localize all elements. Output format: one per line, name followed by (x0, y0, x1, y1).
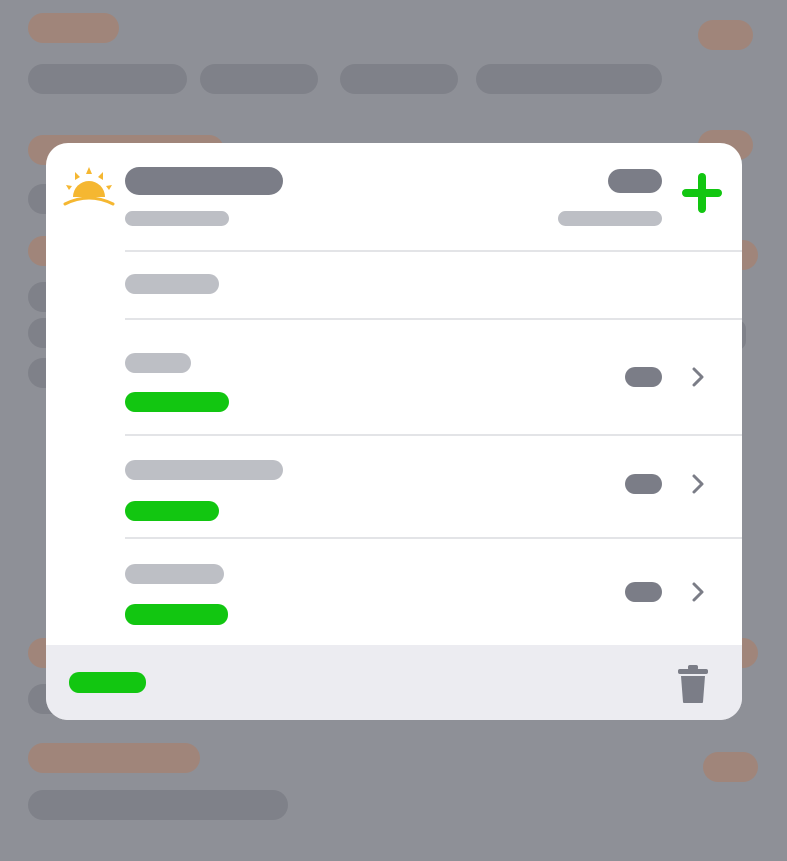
background-badge (703, 752, 758, 782)
background-heading (28, 743, 200, 773)
background-tab (340, 64, 458, 94)
popup-footer (46, 645, 742, 720)
list-item-label (125, 564, 224, 584)
divider (125, 250, 742, 252)
divider (125, 537, 742, 539)
list-item-value (625, 582, 662, 602)
alarm-subtitle (125, 211, 229, 226)
list-item-status (125, 501, 219, 521)
sunrise-icon (63, 167, 115, 206)
chevron-right-icon[interactable] (688, 472, 708, 496)
chevron-right-icon[interactable] (688, 365, 708, 389)
chevron-right-icon[interactable] (688, 580, 708, 604)
footer-action-button[interactable] (69, 672, 146, 693)
trash-icon[interactable] (677, 664, 709, 704)
plus-icon[interactable] (681, 172, 723, 214)
divider (125, 434, 742, 436)
list-item-status (125, 392, 229, 412)
divider (125, 318, 742, 320)
background-title (28, 13, 119, 43)
list-item-label (125, 353, 191, 373)
list-item-value (625, 474, 662, 494)
background-tab (476, 64, 662, 94)
background-row (28, 790, 288, 820)
alarm-time-detail (558, 211, 662, 226)
list-item-status (125, 604, 228, 625)
list-item-value (625, 367, 662, 387)
alarm-title (125, 167, 283, 195)
alarm-popup (46, 143, 742, 720)
list-item-label (125, 460, 283, 480)
section-label (125, 274, 219, 294)
background-tab (200, 64, 318, 94)
background-badge (698, 20, 753, 50)
background-tab (28, 64, 187, 94)
alarm-time[interactable] (608, 169, 662, 193)
